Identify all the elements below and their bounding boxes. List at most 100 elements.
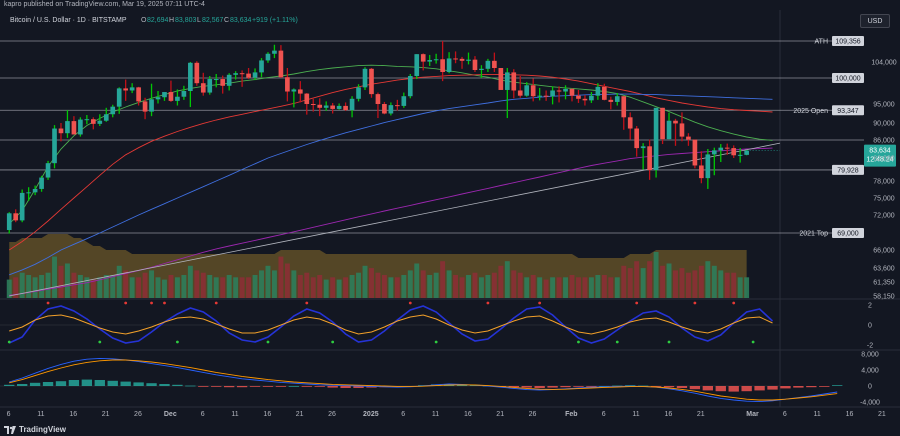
volume-bar: [45, 272, 51, 298]
candle: [459, 56, 465, 69]
high-prefix: H: [169, 17, 174, 24]
volume-bar: [698, 265, 704, 298]
candle: [589, 92, 594, 103]
volume-bar: [595, 275, 601, 298]
macd-histogram-bar: [172, 384, 183, 386]
candle: [45, 160, 51, 180]
candle: [446, 52, 452, 74]
volume-bar: [420, 270, 426, 298]
symbol-legend: Bitcoin / U.S. Dollar · 1D · BITSTAMP O …: [10, 17, 298, 24]
candle: [711, 147, 717, 176]
oscillator-buy-dot: [331, 340, 335, 344]
volume-bar: [614, 277, 620, 298]
price-tick-label: 61,350: [873, 280, 895, 287]
oscillator-sell-dot: [635, 301, 639, 305]
candle-body: [660, 107, 665, 140]
oscillator-buy-dot: [615, 340, 619, 344]
candle-body: [175, 96, 180, 101]
candle-body: [278, 50, 284, 78]
candle: [556, 86, 562, 103]
candle-body: [440, 59, 445, 72]
volume-bar: [407, 270, 413, 298]
macd-histogram-bar: [301, 386, 312, 387]
level-label: ATH: [815, 39, 828, 46]
volume-bar: [685, 272, 691, 298]
close-value: 83,634: [230, 17, 252, 24]
macd-histogram-bar: [715, 386, 726, 392]
candle: [569, 88, 575, 102]
candle: [614, 93, 620, 106]
volume-bar: [90, 279, 96, 298]
volume-bar: [576, 277, 581, 298]
candle-body: [226, 74, 232, 86]
candle-body: [213, 79, 219, 81]
volume-bar: [588, 277, 594, 298]
candle: [608, 96, 614, 110]
candle: [285, 68, 290, 102]
candle-body: [168, 92, 174, 101]
candle-body: [110, 106, 116, 115]
macd-pane: 8,000 4,000 0 -4,000: [0, 352, 880, 407]
candle-body: [349, 98, 355, 111]
candle-body: [614, 96, 620, 102]
candle: [19, 189, 25, 223]
candle: [65, 110, 70, 138]
volume-bar: [491, 272, 497, 298]
candle-body: [19, 192, 25, 221]
macd-line: [9, 357, 838, 403]
volume-bar: [608, 277, 614, 298]
macd-histogram-bar: [159, 384, 170, 386]
candle-body: [446, 58, 452, 72]
candle-body: [65, 121, 70, 134]
candle: [13, 209, 19, 223]
candle-body: [589, 95, 594, 101]
candle-body: [569, 88, 575, 96]
candle: [6, 212, 12, 234]
open-value: 82,694: [147, 17, 169, 24]
candle-body: [304, 93, 310, 104]
candle-body: [78, 119, 83, 135]
candle: [511, 69, 517, 99]
oscillator-sell-dot: [46, 301, 50, 305]
volume-bar: [39, 275, 45, 298]
candle: [58, 123, 64, 142]
time-tick-label: 16: [846, 411, 854, 418]
candle-body: [58, 128, 64, 134]
candle-body: [479, 68, 484, 70]
candle-body: [362, 68, 368, 88]
close-prefix: C: [224, 17, 229, 24]
candle: [310, 98, 316, 112]
candle-body: [323, 105, 329, 108]
candle-body: [563, 88, 568, 92]
macd-histogram-bar: [249, 386, 261, 387]
oscillator-sell-dot: [538, 301, 542, 305]
candle-body: [71, 121, 77, 135]
candle: [699, 151, 704, 184]
currency-button[interactable]: USD: [860, 14, 890, 28]
time-tick-label: 6: [7, 411, 11, 418]
candle-body: [504, 72, 510, 90]
volume-bar: [64, 263, 70, 298]
candle-body: [103, 114, 109, 121]
candle-body: [453, 58, 458, 60]
chart-canvas[interactable]: ATH 109,356100,0002025 Open 93,34779,92820…: [0, 0, 900, 436]
oscillator-sell-dot: [305, 301, 309, 305]
candle: [634, 125, 640, 157]
time-tick-label: 21: [878, 411, 886, 418]
candle-body: [200, 83, 206, 93]
candle-body: [136, 87, 141, 102]
macd-histogram-bar: [780, 386, 791, 389]
macd-histogram-bar: [521, 386, 532, 388]
candle: [97, 114, 103, 126]
candle: [188, 62, 193, 108]
candle: [401, 92, 407, 108]
candle: [336, 103, 342, 110]
time-tick-label: 2025: [363, 411, 379, 418]
candle-body: [433, 59, 439, 61]
macd-signal-line: [9, 359, 838, 401]
candle: [194, 61, 200, 86]
volume-bar: [278, 256, 284, 298]
candle: [362, 67, 368, 90]
volume-bar: [369, 268, 374, 298]
macd-histogram-bar: [288, 386, 300, 387]
